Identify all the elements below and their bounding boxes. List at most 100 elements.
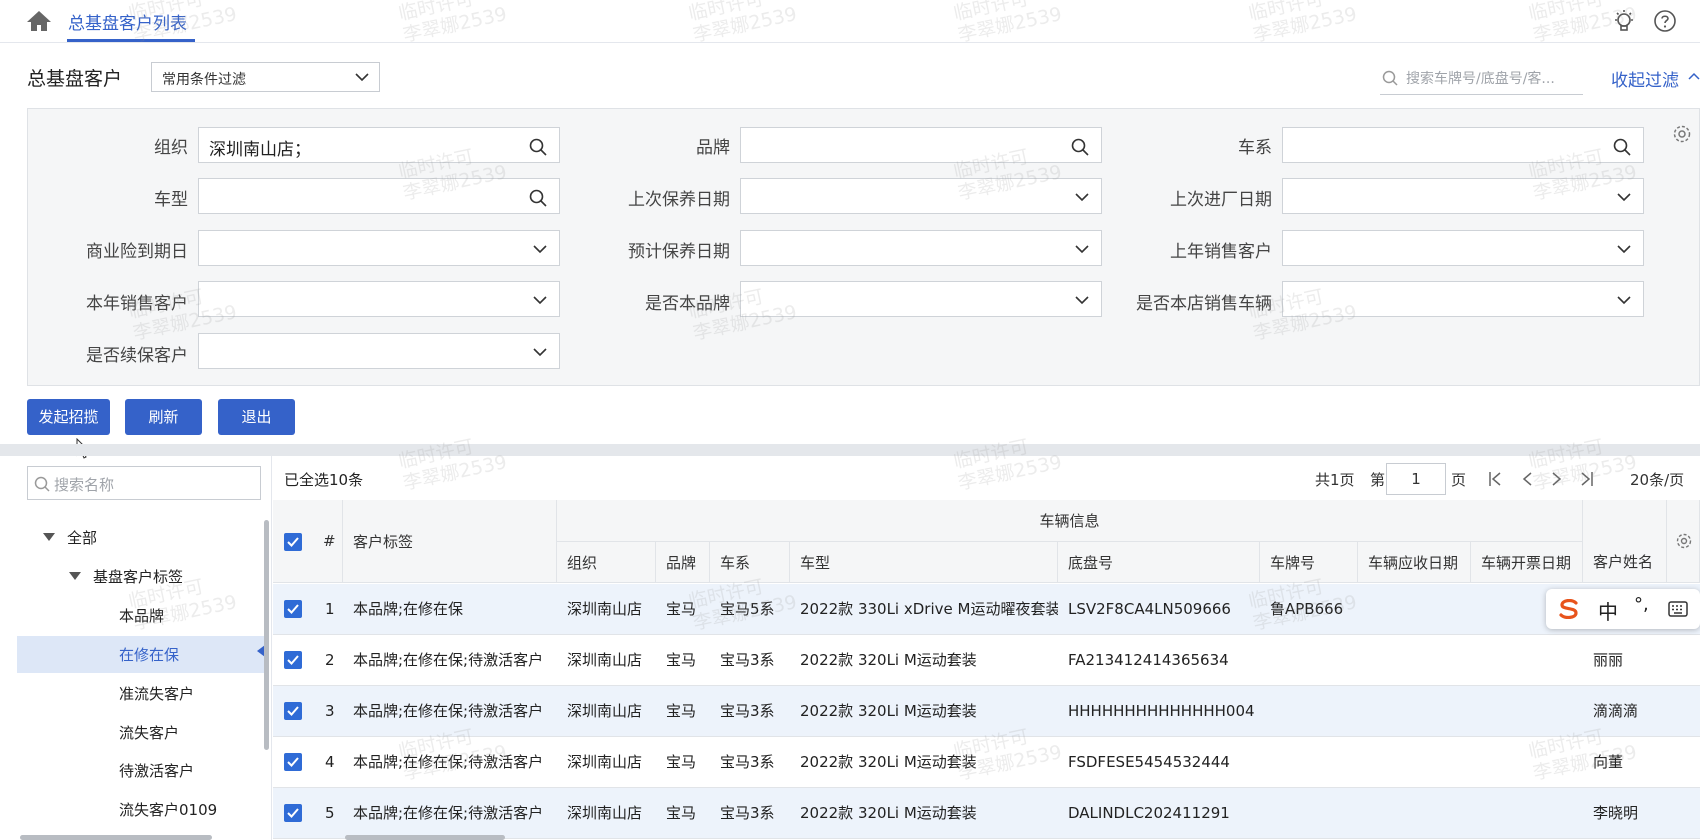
page-suffix: 页	[1451, 471, 1467, 489]
table-row[interactable]: 1 本品牌;在修在保 深圳南山店 宝马 宝马5系 2022款 330Li xDrive M…	[273, 584, 1700, 635]
chevron-up-icon[interactable]	[1688, 72, 1700, 80]
cell-plate	[1260, 686, 1358, 736]
series-field[interactable]	[1282, 127, 1644, 163]
table-horizontal-scrollbar[interactable]	[345, 835, 505, 840]
table-row[interactable]: 5 本品牌;在修在保;待激活客户 深圳南山店 宝马 宝马3系 2022款 320Li M运…	[273, 788, 1700, 839]
column-settings-icon[interactable]	[1675, 532, 1693, 550]
tab-active-indicator	[67, 39, 195, 42]
prev-page-icon[interactable]	[1521, 471, 1533, 487]
tree-horizontal-scrollbar[interactable]	[20, 835, 212, 840]
search-icon[interactable]	[529, 138, 547, 156]
tree-item-all[interactable]: 全部	[67, 527, 97, 548]
last-maint-date-select[interactable]	[740, 178, 1102, 214]
cell-num: 1	[325, 600, 335, 618]
start-solicit-button[interactable]: 发起招揽	[27, 399, 110, 435]
brand-field[interactable]	[740, 127, 1102, 163]
header-plate[interactable]: 车牌号	[1260, 542, 1358, 583]
ime-lang-toggle[interactable]: 中	[1598, 596, 1618, 625]
tree-item-churned-0109[interactable]: 流失客户0109	[119, 799, 217, 820]
search-icon[interactable]	[1613, 138, 1631, 156]
tree-item-to-activate[interactable]: 待激活客户	[119, 760, 194, 781]
insurance-date-select[interactable]	[198, 230, 560, 266]
settings-gear-icon[interactable]	[1672, 124, 1692, 144]
search-icon[interactable]	[1071, 138, 1089, 156]
caret-down-icon[interactable]	[69, 572, 81, 580]
tree-vertical-scrollbar[interactable]	[264, 520, 269, 750]
refresh-button[interactable]: 刷新	[125, 399, 202, 435]
table-row[interactable]: 2 本品牌;在修在保;待激活客户 深圳南山店 宝马 宝马3系 2022款 320Li M运…	[273, 635, 1700, 686]
first-page-icon[interactable]	[1488, 471, 1502, 487]
cell-series: 宝马3系	[720, 651, 775, 669]
cell-plate	[1260, 737, 1358, 787]
header-vin[interactable]: 底盘号	[1058, 542, 1260, 583]
tree-item-churned[interactable]: 流失客户	[119, 722, 179, 743]
header-brand[interactable]: 品牌	[656, 542, 710, 583]
collapse-filter-link[interactable]: 收起过滤	[1611, 66, 1679, 91]
last-year-sales-select[interactable]	[1282, 230, 1644, 266]
cell-name: 丽丽	[1593, 651, 1624, 669]
header-org[interactable]: 组织	[557, 542, 656, 583]
tab-customer-list[interactable]: 总基盘客户列表	[68, 9, 187, 34]
ime-punct-toggle[interactable]: °,	[1634, 594, 1649, 615]
page-number-input[interactable]: 1	[1386, 463, 1446, 495]
header-name[interactable]: 客户姓名	[1583, 500, 1667, 583]
header-vehicle-group-label: 车辆信息	[1039, 512, 1100, 530]
table-row[interactable]: 4 本品牌;在修在保;待激活客户 深圳南山店 宝马 宝马3系 2022款 320Li M运…	[273, 737, 1700, 788]
last-visit-date-select[interactable]	[1282, 178, 1644, 214]
cell-series: 宝马3系	[720, 702, 775, 720]
cell-recv-date	[1358, 635, 1471, 685]
header-tag[interactable]: 客户标签	[343, 500, 557, 583]
filter-label-model: 车型	[154, 190, 188, 210]
row-checkbox[interactable]	[284, 753, 302, 771]
header-recv-date[interactable]: 车辆应收日期	[1358, 542, 1471, 583]
filter-label-this-year-sales: 本年销售客户	[86, 294, 188, 314]
est-maint-date-select[interactable]	[740, 230, 1102, 266]
lightbulb-icon[interactable]	[1612, 9, 1636, 33]
page-size-select[interactable]: 20条/页	[1630, 469, 1684, 490]
org-value: 深圳南山店；	[209, 140, 311, 160]
home-icon[interactable]	[26, 10, 52, 32]
cell-org: 深圳南山店	[567, 702, 643, 720]
chevron-down-icon	[1075, 245, 1089, 254]
check-icon	[287, 604, 299, 614]
cell-recv-date	[1358, 584, 1471, 634]
cell-recv-date	[1358, 788, 1471, 838]
own-brand-select[interactable]	[740, 281, 1102, 317]
last-page-icon[interactable]	[1580, 471, 1594, 487]
tree-item-pre-churn[interactable]: 准流失客户	[119, 683, 194, 704]
tree-item-own-brand[interactable]: 本品牌	[119, 605, 164, 626]
model-field[interactable]	[198, 178, 560, 214]
row-checkbox[interactable]	[284, 651, 302, 669]
header-series[interactable]: 车系	[710, 542, 790, 583]
row-checkbox[interactable]	[284, 804, 302, 822]
select-all-checkbox[interactable]	[284, 533, 302, 551]
tree-item-base-tag[interactable]: 基盘客户标签	[93, 566, 183, 587]
next-page-icon[interactable]	[1551, 471, 1563, 487]
keyboard-icon[interactable]	[1668, 600, 1688, 618]
header-model[interactable]: 车型	[790, 542, 1058, 583]
renew-select[interactable]	[198, 333, 560, 369]
header-invoice-date[interactable]: 车辆开票日期	[1471, 542, 1583, 583]
exit-button[interactable]: 退出	[218, 399, 295, 435]
global-search-input[interactable]: 搜索车牌号/底盘号/客...	[1380, 62, 1583, 95]
search-icon	[34, 476, 50, 492]
this-year-sales-select[interactable]	[198, 281, 560, 317]
chevron-down-icon	[1617, 193, 1631, 202]
table-row[interactable]: 3 本品牌;在修在保;待激活客户 深圳南山店 宝马 宝马3系 2022款 320Li M运…	[273, 686, 1700, 737]
store-sold-select[interactable]	[1282, 281, 1644, 317]
caret-down-icon[interactable]	[43, 533, 55, 541]
tree-search-input[interactable]: 搜索名称	[27, 466, 261, 500]
page-prefix: 第	[1370, 471, 1386, 489]
cell-model: 2022款 320Li M运动套装	[800, 804, 977, 822]
cell-model: 2022款 320Li M运动套装	[800, 651, 977, 669]
help-icon[interactable]	[1653, 9, 1677, 33]
ime-toolbar[interactable]: 中 °,	[1546, 589, 1700, 629]
row-checkbox[interactable]	[284, 600, 302, 618]
chevron-down-icon	[355, 73, 369, 82]
org-field[interactable]: 深圳南山店；	[198, 127, 560, 163]
row-checkbox[interactable]	[284, 702, 302, 720]
condition-filter-select[interactable]: 常用条件过滤	[151, 62, 380, 92]
search-icon[interactable]	[529, 189, 547, 207]
tree-item-in-service[interactable]: 在修在保	[119, 644, 179, 665]
cell-recv-date	[1358, 737, 1471, 787]
